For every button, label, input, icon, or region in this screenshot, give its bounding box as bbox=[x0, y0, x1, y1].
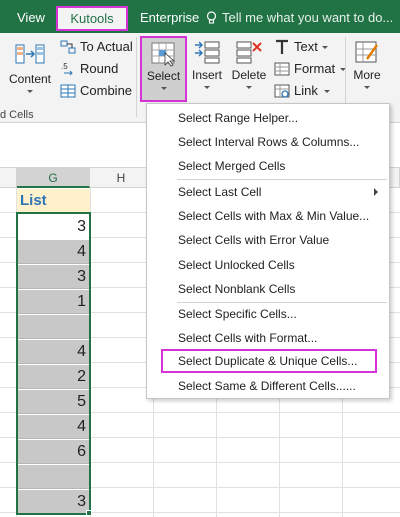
delete-button[interactable]: Delete bbox=[229, 39, 269, 89]
selection-border bbox=[16, 212, 91, 515]
link-icon bbox=[274, 84, 290, 98]
text-label: Text bbox=[294, 39, 318, 54]
select-button[interactable]: Select bbox=[140, 36, 187, 102]
select-label: Select bbox=[146, 69, 181, 83]
menu-item-select-merged-cells[interactable]: Select Merged Cells bbox=[148, 154, 388, 178]
column-header-g[interactable]: G bbox=[17, 168, 90, 188]
insert-icon bbox=[195, 41, 220, 64]
select-icon bbox=[151, 42, 175, 67]
combine-label: Combine bbox=[80, 83, 133, 98]
menu-item-select-specific-cells[interactable]: Select Specific Cells... bbox=[148, 302, 388, 326]
round-label: Round bbox=[80, 61, 119, 76]
combine-icon bbox=[60, 84, 76, 98]
to-actual-icon bbox=[60, 40, 76, 54]
chevron-down-icon bbox=[324, 90, 330, 93]
svg-text:.5: .5 bbox=[61, 62, 68, 71]
menu-item-select-cells-with-format[interactable]: Select Cells with Format... bbox=[148, 326, 388, 350]
column-header-h[interactable]: H bbox=[90, 168, 153, 188]
ribbon-group-label: d Cells bbox=[0, 109, 34, 121]
tab-view[interactable]: View bbox=[17, 7, 45, 29]
text-icon bbox=[276, 39, 288, 54]
column-header-blank bbox=[0, 168, 17, 188]
menu-item-select-error-value[interactable]: Select Cells with Error Value bbox=[148, 228, 388, 252]
tab-kutools[interactable]: Kutools bbox=[56, 6, 128, 31]
menu-item-select-duplicate-unique-cells[interactable]: Select Duplicate & Unique Cells... bbox=[161, 349, 377, 373]
chevron-down-icon bbox=[364, 86, 370, 89]
chevron-down-icon bbox=[246, 86, 252, 89]
link-label: Link bbox=[294, 83, 318, 98]
content-label: Content bbox=[8, 72, 52, 86]
more-icon bbox=[355, 41, 378, 63]
ribbon-separator bbox=[136, 37, 137, 117]
chevron-right-icon bbox=[374, 188, 378, 196]
menu-item-select-interval-rows-columns[interactable]: Select Interval Rows & Columns... bbox=[148, 130, 388, 154]
more-label: More bbox=[353, 68, 381, 82]
insert-label: Insert bbox=[191, 68, 222, 82]
menu-item-select-range-helper[interactable]: Select Range Helper... bbox=[148, 106, 388, 130]
menu-item-select-nonblank-cells[interactable]: Select Nonblank Cells bbox=[148, 277, 388, 301]
chevron-down-icon bbox=[27, 90, 33, 93]
ribbon-tab-bar: View Kutools Enterprise Tell me what you… bbox=[0, 0, 400, 33]
content-icon bbox=[15, 44, 45, 64]
menu-item-select-last-cell[interactable]: Select Last Cell bbox=[148, 180, 388, 204]
round-icon: .5 bbox=[61, 62, 73, 76]
more-button[interactable]: More bbox=[347, 39, 387, 89]
fill-handle[interactable] bbox=[86, 510, 92, 516]
select-dropdown-menu: Select Range Helper... Select Interval R… bbox=[146, 103, 390, 399]
delete-label: Delete bbox=[231, 68, 267, 82]
format-label: Format bbox=[294, 61, 336, 76]
chevron-down-icon bbox=[204, 86, 210, 89]
menu-item-select-unlocked-cells[interactable]: Select Unlocked Cells bbox=[148, 253, 388, 277]
insert-button[interactable]: Insert bbox=[188, 39, 226, 89]
content-button[interactable]: Content bbox=[6, 39, 54, 93]
format-icon bbox=[274, 62, 290, 76]
delete-icon bbox=[236, 41, 262, 64]
to-actual-label: To Actual bbox=[80, 39, 133, 54]
chevron-down-icon bbox=[160, 87, 167, 90]
menu-item-label: Select Last Cell bbox=[178, 185, 262, 199]
menu-item-select-max-min[interactable]: Select Cells with Max & Min Value... bbox=[148, 204, 388, 228]
chevron-down-icon bbox=[322, 46, 328, 49]
tab-enterprise[interactable]: Enterprise bbox=[140, 7, 199, 29]
list-header-cell[interactable]: List bbox=[17, 189, 90, 213]
lightbulb-icon bbox=[206, 11, 217, 24]
tell-me-search[interactable]: Tell me what you want to do... bbox=[222, 7, 393, 29]
menu-item-select-same-different-cells[interactable]: Select Same & Different Cells...... bbox=[148, 374, 388, 398]
